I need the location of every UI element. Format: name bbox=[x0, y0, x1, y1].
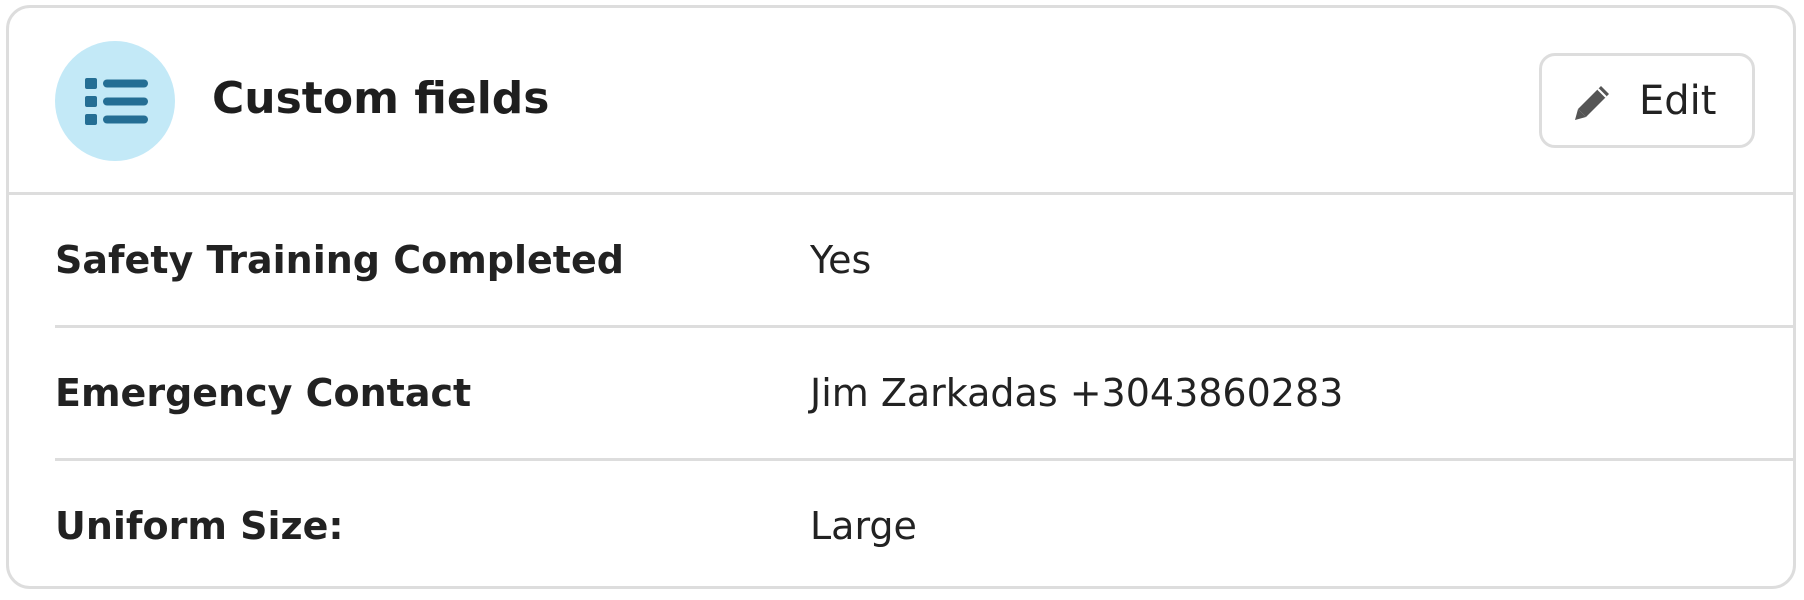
list-icon bbox=[55, 41, 175, 161]
field-value: Large bbox=[810, 504, 917, 548]
field-row-safety-training: Safety Training Completed Yes bbox=[55, 195, 1793, 328]
field-row-emergency-contact: Emergency Contact Jim Zarkadas +30438602… bbox=[55, 328, 1793, 461]
field-label: Emergency Contact bbox=[55, 371, 472, 415]
field-label: Safety Training Completed bbox=[55, 238, 624, 282]
field-value: Jim Zarkadas +3043860283 bbox=[810, 371, 1344, 415]
edit-button-label: Edit bbox=[1639, 78, 1717, 124]
field-row-uniform-size: Uniform Size: Large bbox=[55, 461, 1793, 586]
field-label: Uniform Size: bbox=[55, 504, 344, 548]
field-value: Yes bbox=[810, 238, 872, 282]
custom-fields-card: Custom fields Edit Safety Training Compl… bbox=[6, 5, 1796, 589]
card-header: Custom fields Edit bbox=[9, 8, 1793, 195]
pencil-icon bbox=[1575, 86, 1609, 120]
edit-button[interactable]: Edit bbox=[1539, 53, 1755, 148]
card-title: Custom fields bbox=[212, 73, 550, 124]
